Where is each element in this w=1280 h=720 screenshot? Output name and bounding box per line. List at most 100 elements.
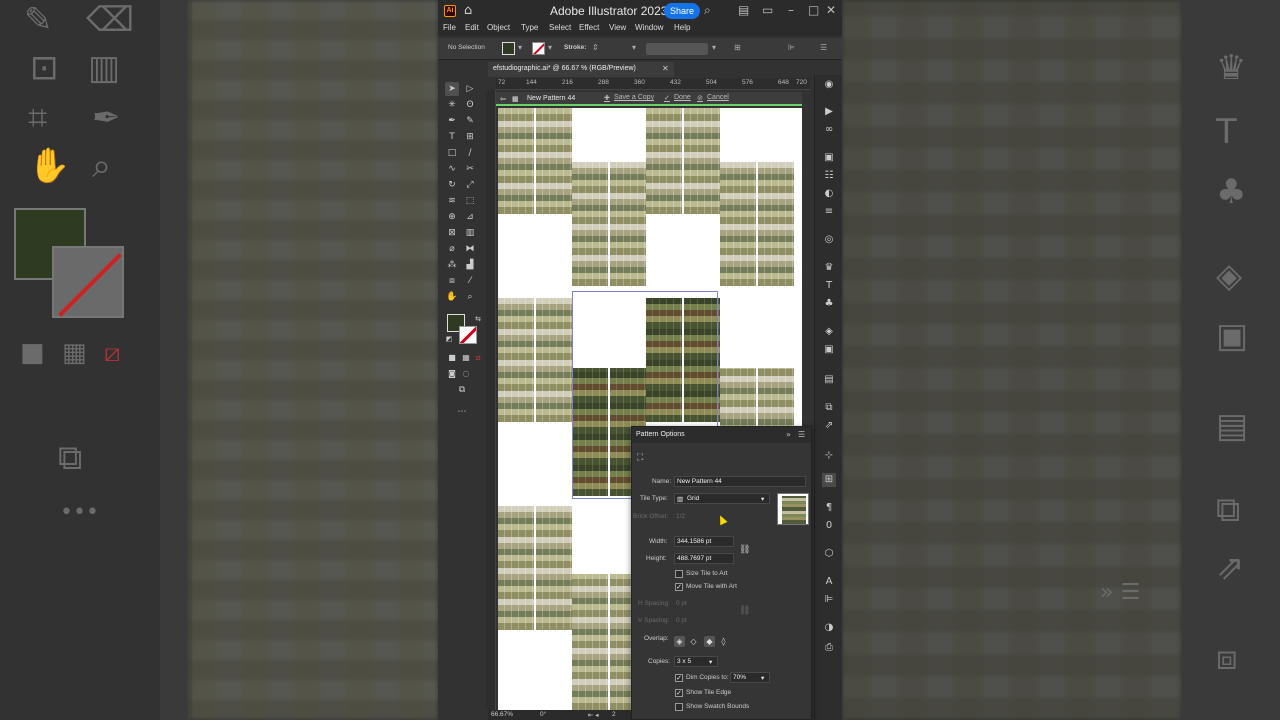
artboard-nav-icon[interactable]: ⇤ ◂	[588, 711, 599, 719]
image-trace-icon[interactable]: ◑	[822, 621, 836, 635]
stroke-swatch[interactable]	[459, 326, 477, 344]
type-panel-icon[interactable]: A	[822, 575, 836, 589]
stroke-dropdown-icon[interactable]: ▾	[548, 43, 552, 52]
size-tile-checkbox[interactable]	[675, 570, 683, 578]
minimize-icon[interactable]: –	[788, 3, 794, 17]
stroke-panel-icon[interactable]: ≡	[822, 205, 836, 219]
workspace-icon[interactable]: ▤	[738, 3, 749, 17]
swatches-panel-icon[interactable]: ▤	[822, 373, 836, 387]
eyedropper-tool-icon[interactable]: ⌀	[445, 242, 459, 256]
color-mode-icon[interactable]: ■	[445, 351, 459, 365]
pattern-options-panel-icon[interactable]: ⊞	[822, 473, 836, 487]
pattern-tile-tool-icon[interactable]: ⛶	[637, 452, 643, 463]
style-field[interactable]	[646, 43, 708, 55]
magic-wand-tool-icon[interactable]: ✳	[445, 98, 459, 112]
menu-file[interactable]: File	[443, 23, 456, 32]
artboard-tool-icon[interactable]: ⧈	[445, 274, 459, 288]
3d-panel-icon[interactable]: ⬡	[822, 547, 836, 561]
cancel-button[interactable]: Cancel	[707, 94, 729, 101]
dim-copies-select[interactable]: 70% ▾	[730, 672, 770, 683]
none-mode-icon[interactable]: ⧄	[471, 351, 485, 365]
show-swatch-bounds-checkbox[interactable]	[675, 703, 683, 711]
left-in-front-icon[interactable]: ◈	[674, 636, 685, 647]
draw-normal-icon[interactable]: ◙	[445, 367, 459, 381]
stroke-weight-stepper-icon[interactable]: ⇕	[592, 43, 599, 52]
close-icon[interactable]: ✕	[826, 3, 836, 17]
back-arrow-icon[interactable]: ⇦	[500, 95, 506, 103]
stroke-color-chip[interactable]	[532, 42, 545, 55]
constrain-proportions-icon[interactable]: ⛓	[739, 544, 750, 555]
play-action-icon[interactable]: ▶	[822, 105, 836, 119]
draw-behind-icon[interactable]: ◌	[459, 367, 473, 381]
bottom-in-front-icon[interactable]: ◊	[718, 636, 729, 647]
collapse-panel-icon[interactable]: »	[786, 430, 791, 439]
width-field[interactable]: 344.1586 pt	[674, 536, 734, 547]
export-panel-icon[interactable]: ⇗	[822, 419, 836, 433]
search-icon[interactable]: ⌕	[704, 3, 711, 18]
home-icon[interactable]: ⌂	[464, 3, 472, 18]
menu-view[interactable]: View	[609, 23, 626, 32]
done-button[interactable]: Done	[674, 94, 691, 101]
done-check-icon[interactable]: ✓	[664, 94, 670, 102]
curvature-tool-icon[interactable]: ✎	[463, 114, 477, 128]
document-close-icon[interactable]: ✕	[662, 64, 669, 73]
top-in-front-icon[interactable]: ◆	[704, 636, 715, 647]
document-tab[interactable]: efstudiographic.ai* @ 66.67 % (RGB/Previ…	[488, 62, 674, 77]
shape-builder-tool-icon[interactable]: ⊕	[445, 210, 459, 224]
opentype-panel-icon[interactable]: 0	[822, 519, 836, 533]
fill-color-chip[interactable]	[502, 42, 515, 55]
color-panel-icon[interactable]: ◎	[822, 233, 836, 247]
swap-colors-icon[interactable]: ⇆	[471, 312, 485, 326]
dim-copies-checkbox[interactable]: ✓	[675, 674, 683, 682]
artboards-panel-icon[interactable]: ▣	[822, 343, 836, 357]
rectangle-tool-icon[interactable]: □	[445, 146, 459, 160]
menu-select[interactable]: Select	[549, 23, 571, 32]
gradient-panel-icon[interactable]: ▣	[822, 151, 836, 165]
menu-help[interactable]: Help	[674, 23, 690, 32]
height-field[interactable]: 488.7697 pt	[674, 553, 734, 564]
graph-tool-icon[interactable]: ▟	[463, 258, 477, 272]
show-tile-edge-checkbox[interactable]: ✓	[675, 689, 683, 697]
rotate-tool-icon[interactable]: ↻	[445, 178, 459, 192]
panel-menu-icon[interactable]: ☰	[798, 430, 805, 439]
stroke-weight-dropdown-icon[interactable]: ▾	[632, 43, 636, 52]
zoom-tool-icon[interactable]: ⌕	[463, 290, 477, 304]
free-transform-tool-icon[interactable]: ⬚	[463, 194, 477, 208]
symbol-sprayer-tool-icon[interactable]: ⁂	[445, 258, 459, 272]
pen-tool-icon[interactable]: ✒	[445, 114, 459, 128]
share-button[interactable]: Share	[664, 3, 701, 19]
paragraph-panel-icon[interactable]: ¶	[822, 501, 836, 515]
align-panel-icon[interactable]: ⊹	[822, 449, 836, 463]
symbols-panel-icon[interactable]: ♣	[822, 297, 836, 311]
scissors-tool-icon[interactable]: ✂	[463, 162, 477, 176]
menu-object[interactable]: Object	[487, 23, 510, 32]
character-panel-icon[interactable]: T	[822, 279, 836, 293]
zoom-level[interactable]: 66.67%	[491, 711, 513, 718]
puppet-panel-icon[interactable]: ♛	[822, 261, 836, 275]
default-fill-stroke-icon[interactable]: ◩	[442, 332, 456, 346]
distribute-icon[interactable]: ⊫	[788, 43, 795, 52]
edit-toolbar-icon[interactable]: ⋯	[455, 405, 469, 419]
hand-tool-icon[interactable]: ✋	[445, 290, 459, 304]
shaper-tool-icon[interactable]: ∿	[445, 162, 459, 176]
selection-tool-icon[interactable]: ➤	[445, 82, 459, 96]
scale-tool-icon[interactable]: ⤢	[463, 178, 477, 192]
gradient-tool-icon[interactable]: ▥	[463, 226, 477, 240]
menu-effect[interactable]: Effect	[579, 23, 599, 32]
maximize-icon[interactable]: □	[808, 3, 819, 17]
panel-menu-icon[interactable]: ☰	[820, 43, 827, 52]
adjust-panel-icon[interactable]: ☷	[822, 169, 836, 183]
layers-panel-icon[interactable]: ◈	[822, 325, 836, 339]
cancel-icon[interactable]: ⊘	[697, 94, 703, 102]
transform-panel-icon[interactable]: ⧉	[822, 401, 836, 415]
type-tool-icon[interactable]: T	[445, 130, 459, 144]
copies-select[interactable]: 3 x 5 ▾	[674, 656, 718, 667]
align-objects-icon[interactable]: ⊫	[822, 593, 836, 607]
properties-panel-icon[interactable]: ◉	[822, 78, 836, 92]
align-icon[interactable]: ⊞	[734, 43, 741, 52]
style-dropdown-icon[interactable]: ▾	[712, 43, 716, 52]
direct-selection-tool-icon[interactable]: ▷	[463, 82, 477, 96]
menu-edit[interactable]: Edit	[465, 23, 479, 32]
grid-tool-icon[interactable]: ⊞	[463, 130, 477, 144]
menu-window[interactable]: Window	[635, 23, 663, 32]
